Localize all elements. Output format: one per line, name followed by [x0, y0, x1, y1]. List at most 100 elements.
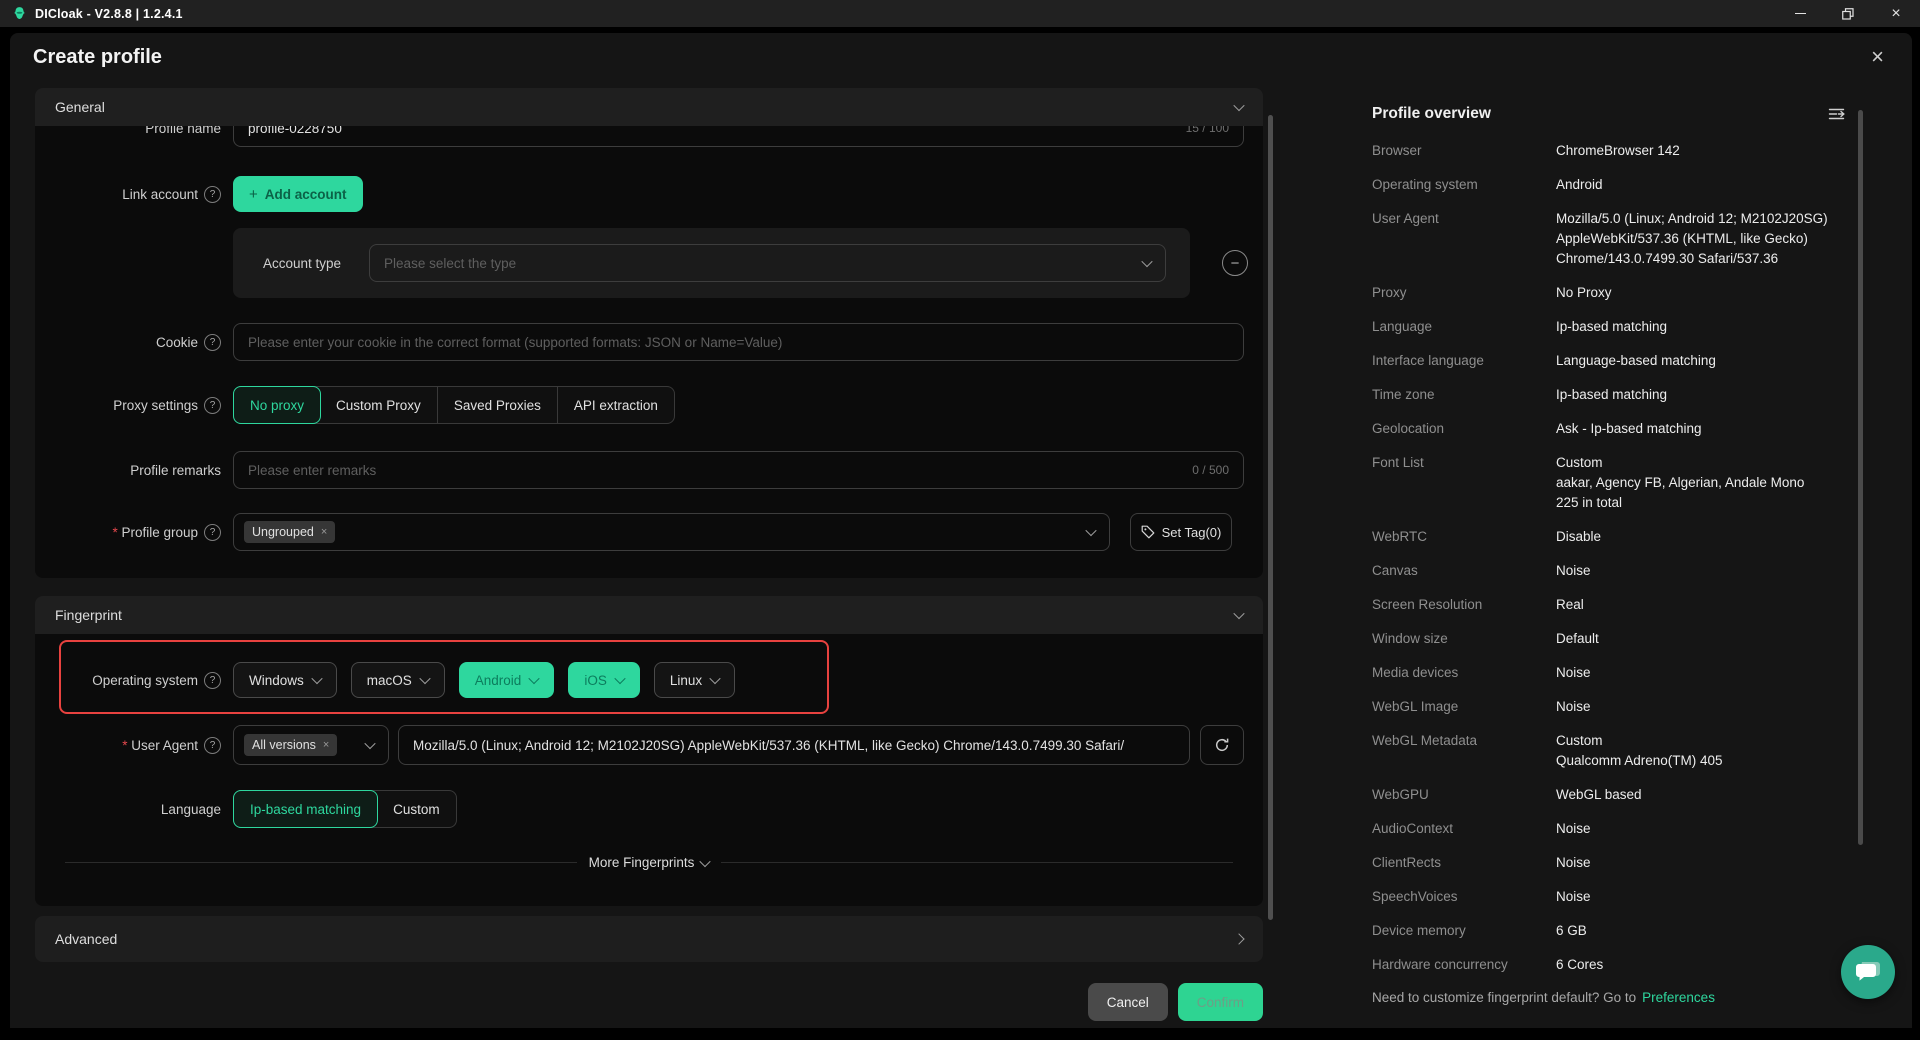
set-tag-button[interactable]: Set Tag(0) [1130, 513, 1232, 551]
language-label: Language [161, 802, 221, 817]
overview-row-label: Geolocation [1372, 419, 1556, 439]
help-icon[interactable]: ? [204, 524, 221, 541]
add-account-button[interactable]: + Add account [233, 176, 363, 212]
overview-row: ClientRectsNoise [1372, 853, 1845, 873]
app-logo-icon [12, 6, 27, 21]
os-button-macos[interactable]: macOS [351, 662, 445, 698]
chevron-down-icon [1233, 100, 1244, 111]
section-fingerprint-header[interactable]: Fingerprint [35, 596, 1263, 634]
proxy-tab-saved-proxies[interactable]: Saved Proxies [438, 387, 558, 423]
os-button-ios[interactable]: iOS [568, 662, 640, 698]
overview-row-label: Interface language [1372, 351, 1556, 371]
ua-versions-select[interactable]: All versions × [233, 725, 389, 765]
overview-row-value: Mozilla/5.0 (Linux; Android 12; M2102J20… [1556, 209, 1828, 269]
overview-row-label: WebGPU [1372, 785, 1556, 805]
plus-icon: + [249, 186, 258, 203]
ua-versions-chip: All versions × [244, 734, 337, 756]
operating-system-row: Operating system ? Windows macOS Android iO… [35, 662, 1244, 698]
overview-row-label: WebGL Metadata [1372, 731, 1556, 751]
proxy-tab-api-extraction[interactable]: API extraction [558, 387, 674, 423]
overview-row-label: Window size [1372, 629, 1556, 649]
overview-row-label: Screen Resolution [1372, 595, 1556, 615]
overview-row-label: Browser [1372, 141, 1556, 161]
cookie-label: Cookie [156, 335, 198, 350]
overview-row: SpeechVoicesNoise [1372, 887, 1845, 907]
minimize-button[interactable] [1776, 0, 1824, 27]
confirm-button[interactable]: Confirm [1178, 983, 1263, 1021]
user-agent-label: User Agent [122, 738, 198, 753]
chevron-down-icon [1233, 608, 1244, 619]
profile-remarks-input[interactable]: Please enter remarks 0 / 500 [233, 451, 1244, 489]
overview-row-value: Real [1556, 595, 1584, 615]
help-icon[interactable]: ? [204, 334, 221, 351]
help-icon[interactable]: ? [204, 186, 221, 203]
chevron-down-icon [364, 738, 375, 749]
overview-row-label: Canvas [1372, 561, 1556, 581]
cookie-input[interactable]: Please enter your cookie in the correct … [233, 323, 1244, 361]
language-tab-ip-based-matching[interactable]: Ip-based matching [233, 790, 378, 828]
overview-row: WebRTCDisable [1372, 527, 1845, 547]
proxy-tab-no-proxy[interactable]: No proxy [233, 386, 321, 424]
more-fingerprints-link[interactable]: More Fingerprints [589, 855, 710, 870]
overview-row-value: Noise [1556, 853, 1591, 873]
overview-row-value: No Proxy [1556, 283, 1612, 303]
profile-group-row: Profile group ? Ungrouped × Set Tag(0) [35, 513, 1244, 551]
os-button-linux[interactable]: Linux [654, 662, 735, 698]
titlebar: DICloak - V2.8.8 | 1.2.4.1 × [0, 0, 1920, 27]
operating-system-label: Operating system [92, 673, 198, 688]
support-chat-button[interactable] [1841, 945, 1895, 999]
os-button-windows[interactable]: Windows [233, 662, 337, 698]
section-general-header[interactable]: General [35, 88, 1263, 126]
section-advanced-title: Advanced [55, 931, 117, 947]
divider [65, 862, 577, 863]
restore-button[interactable] [1824, 0, 1872, 27]
profile-name-input[interactable]: profile-0228750 15 / 100 [233, 126, 1244, 147]
user-agent-input[interactable]: Mozilla/5.0 (Linux; Android 12; M2102J20… [398, 725, 1190, 765]
overview-scrollbar[interactable] [1858, 110, 1863, 845]
overview-row: Device memory6 GB [1372, 921, 1845, 941]
collapse-panel-icon[interactable] [1828, 107, 1845, 121]
overview-row: CanvasNoise [1372, 561, 1845, 581]
overview-row-label: User Agent [1372, 209, 1556, 229]
overview-row-label: Media devices [1372, 663, 1556, 683]
chevron-down-icon [709, 673, 720, 684]
remove-account-button[interactable]: − [1222, 250, 1248, 276]
preferences-link[interactable]: Preferences [1642, 990, 1715, 1005]
overview-row: Time zoneIp-based matching [1372, 385, 1845, 405]
overview-row-label: WebRTC [1372, 527, 1556, 547]
overview-row-value: Android [1556, 175, 1603, 195]
cancel-button[interactable]: Cancel [1088, 983, 1168, 1021]
overview-row: WebGPUWebGL based [1372, 785, 1845, 805]
help-icon[interactable]: ? [204, 397, 221, 414]
overview-row-label: Language [1372, 317, 1556, 337]
overview-rows: BrowserChromeBrowser 142Operating system… [1372, 141, 1845, 975]
proxy-tab-custom-proxy[interactable]: Custom Proxy [320, 387, 438, 423]
overview-row-label: AudioContext [1372, 819, 1556, 839]
os-buttons: Windows macOS Android iOS Linux [233, 662, 735, 698]
create-profile-dialog: Create profile × General Profile name pr… [10, 33, 1912, 1028]
help-icon[interactable]: ? [204, 672, 221, 689]
remove-chip-icon[interactable]: × [321, 526, 327, 538]
overview-row: WebGL ImageNoise [1372, 697, 1845, 717]
remove-chip-icon[interactable]: × [323, 739, 329, 751]
section-advanced-header[interactable]: Advanced [35, 916, 1263, 962]
link-account-label: Link account [122, 187, 198, 202]
dialog-close-icon[interactable]: × [1871, 46, 1884, 68]
proxy-mode-tabs: No proxyCustom ProxySaved ProxiesAPI ext… [233, 386, 675, 424]
overview-row-value: Noise [1556, 663, 1591, 683]
chevron-down-icon [700, 855, 711, 866]
refresh-user-agent-button[interactable] [1200, 725, 1244, 765]
overview-row-label: Hardware concurrency [1372, 955, 1556, 975]
form-scrollbar[interactable] [1268, 115, 1273, 920]
profile-name-label: Profile name [145, 126, 221, 136]
overview-row-value: 6 GB [1556, 921, 1587, 941]
more-fingerprints-row: More Fingerprints [65, 855, 1233, 870]
os-button-android[interactable]: Android [459, 662, 555, 698]
language-tab-custom[interactable]: Custom [377, 791, 456, 827]
account-type-select[interactable]: Please select the type [369, 244, 1166, 282]
profile-group-select[interactable]: Ungrouped × [233, 513, 1110, 551]
close-window-button[interactable]: × [1872, 0, 1920, 27]
overview-row-label: ClientRects [1372, 853, 1556, 873]
language-tabs: Ip-based matchingCustom [233, 790, 457, 828]
help-icon[interactable]: ? [204, 737, 221, 754]
